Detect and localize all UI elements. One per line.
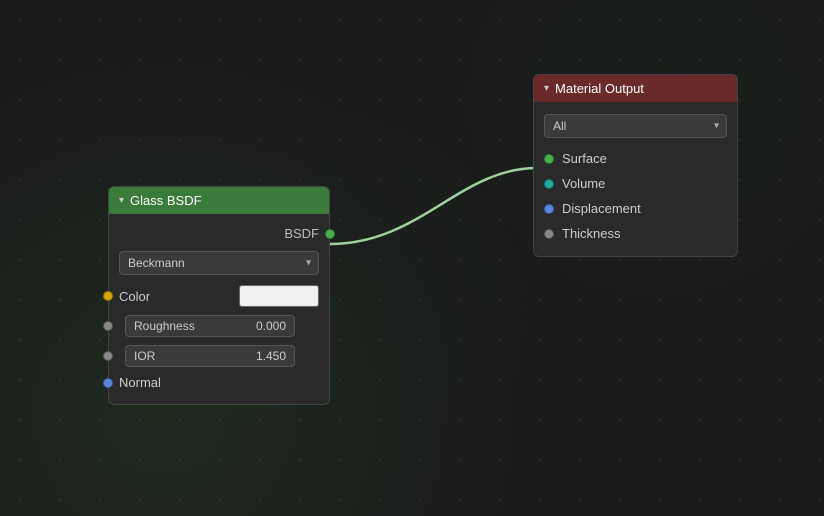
roughness-label: Roughness: [134, 319, 195, 333]
thickness-socket: [544, 229, 554, 239]
roughness-field[interactable]: Roughness 0.000: [125, 315, 295, 337]
surface-socket: [544, 154, 554, 164]
color-swatch[interactable]: [239, 285, 319, 307]
ior-input-row: IOR 1.450: [109, 341, 329, 371]
material-output-header[interactable]: ▾ Material Output: [534, 75, 737, 102]
glass-bsdf-body: BSDF Beckmann GGX Multi-GGX Sharp ▾: [109, 214, 329, 404]
roughness-input-row: Roughness 0.000: [109, 311, 329, 341]
material-output-chevron: ▾: [544, 83, 549, 94]
material-dropdown-wrapper: All Cycles EEVEE ▾: [544, 114, 727, 138]
volume-label: Volume: [562, 176, 605, 191]
color-socket: [103, 291, 113, 301]
normal-label: Normal: [119, 375, 319, 390]
roughness-socket: [103, 321, 113, 331]
ior-value: 1.450: [256, 349, 286, 363]
material-output-title: Material Output: [555, 81, 644, 96]
color-label: Color: [119, 289, 233, 304]
bsdf-output-row: BSDF: [109, 222, 329, 245]
material-output-node: ▾ Material Output All Cycles EEVEE ▾ Sur…: [533, 74, 738, 257]
normal-input-row: Normal: [109, 371, 329, 394]
color-input-row: Color: [109, 281, 329, 311]
displacement-input-row: Displacement: [534, 196, 737, 221]
glass-bsdf-title: Glass BSDF: [130, 193, 202, 208]
distribution-dropdown-wrapper: Beckmann GGX Multi-GGX Sharp ▾: [119, 251, 319, 275]
bsdf-output-socket: [325, 229, 335, 239]
bsdf-output-label: BSDF: [284, 226, 319, 241]
thickness-input-row: Thickness: [534, 221, 737, 246]
ior-field[interactable]: IOR 1.450: [125, 345, 295, 367]
glass-bsdf-chevron: ▾: [119, 195, 124, 206]
thickness-label: Thickness: [562, 226, 621, 241]
roughness-value: 0.000: [256, 319, 286, 333]
ior-label: IOR: [134, 349, 155, 363]
glass-bsdf-header[interactable]: ▾ Glass BSDF: [109, 187, 329, 214]
glass-bsdf-node: ▾ Glass BSDF BSDF Beckmann GGX Multi-GGX…: [108, 186, 330, 405]
volume-socket: [544, 179, 554, 189]
material-target-select[interactable]: All Cycles EEVEE: [544, 114, 727, 138]
volume-input-row: Volume: [534, 171, 737, 196]
node-editor: ▾ Glass BSDF BSDF Beckmann GGX Multi-GGX…: [0, 0, 824, 516]
displacement-socket: [544, 204, 554, 214]
distribution-select[interactable]: Beckmann GGX Multi-GGX Sharp: [119, 251, 319, 275]
normal-socket: [103, 378, 113, 388]
material-dropdown-row: All Cycles EEVEE ▾: [534, 108, 737, 146]
surface-input-row: Surface: [534, 146, 737, 171]
displacement-label: Displacement: [562, 201, 641, 216]
surface-label: Surface: [562, 151, 607, 166]
distribution-dropdown-row: Beckmann GGX Multi-GGX Sharp ▾: [109, 245, 329, 281]
ior-socket: [103, 351, 113, 361]
material-output-body: All Cycles EEVEE ▾ Surface Volume: [534, 102, 737, 256]
